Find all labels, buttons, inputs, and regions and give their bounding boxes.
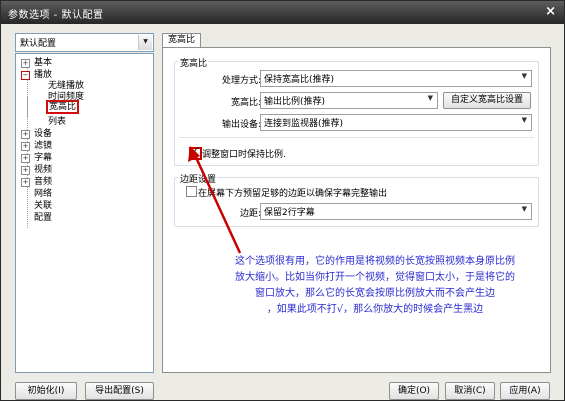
expand-icon[interactable]: + xyxy=(21,142,30,151)
settings-tree: + 基本 − 播放 无缝播放 时间频度 宽高比 列表 + 设备 + 滤镜 + 字… xyxy=(15,53,154,373)
chevron-down-icon[interactable]: ▼ xyxy=(138,35,152,50)
tab-aspect-ratio[interactable]: 宽高比 xyxy=(162,33,202,47)
apply-button[interactable]: 应用(A) xyxy=(500,382,550,400)
tree-item-config[interactable]: 配置 xyxy=(34,213,52,224)
collapse-icon[interactable]: − xyxy=(21,71,30,80)
expand-icon[interactable]: + xyxy=(21,59,30,68)
tree-item-label: 配置 xyxy=(34,213,53,223)
cancel-button[interactable]: 取消(C) xyxy=(445,382,495,400)
tree-item-seamless[interactable]: 无缝播放 xyxy=(48,81,84,92)
tree-item-label: 列表 xyxy=(48,117,67,127)
preferences-window: 参数选项 - 默认配置 × 默认配置 ▼ + 基本 − 播放 无缝播放 时间频度… xyxy=(0,0,565,401)
export-config-button[interactable]: 导出配置(S) xyxy=(85,382,154,400)
close-icon[interactable]: × xyxy=(545,4,556,19)
profile-select[interactable]: 默认配置 ▼ xyxy=(15,33,154,52)
tree-item-label: 播放 xyxy=(34,70,53,80)
expand-icon[interactable]: + xyxy=(21,130,30,139)
annotation-arrow xyxy=(188,146,242,254)
profile-select-value: 默认配置 xyxy=(20,39,57,49)
tree-item-association[interactable]: 关联 xyxy=(34,201,52,212)
tree-item-aspect[interactable]: 宽高比 xyxy=(46,100,80,115)
tree-item-label: 网络 xyxy=(34,189,53,199)
annotation-line: 这个选项很有用，它的作用是将视频的长宽按照视频本身原比例 xyxy=(235,256,515,267)
expand-icon[interactable]: + xyxy=(21,178,30,187)
tree-item-label: 音频 xyxy=(34,177,53,187)
annotation-line: ，如果此项不打√，那么你放大的时候会产生黑边 xyxy=(266,304,484,315)
tree-item-label: 设备 xyxy=(34,129,53,139)
tab-strip: 宽高比 xyxy=(162,33,547,47)
window-title: 参数选项 - 默认配置 xyxy=(8,10,104,21)
annotation-line: 放大缩小。比如当你打开一个视频，觉得窗口太小，于是将它的 xyxy=(235,272,515,283)
tree-item-label: 视频 xyxy=(34,165,53,175)
expand-icon[interactable]: + xyxy=(21,166,30,175)
tree-item-playlist[interactable]: 列表 xyxy=(48,117,66,128)
title-bar: 参数选项 - 默认配置 × xyxy=(1,1,564,24)
tree-item-label: 滤镜 xyxy=(34,141,53,151)
tree-item-label: 字幕 xyxy=(34,153,53,163)
settings-panel: 宽高比 处理方式: 保持宽高比(推荐) ▼ 宽高比: 输出比例(推荐) ▼ 自定… xyxy=(162,47,551,373)
init-button[interactable]: 初始化(I) xyxy=(15,382,77,400)
annotation-text: 这个选项很有用，它的作用是将视频的长宽按照视频本身原比例 放大缩小。比如当你打开… xyxy=(205,254,545,318)
ok-button[interactable]: 确定(O) xyxy=(389,382,439,400)
expand-icon[interactable]: + xyxy=(21,154,30,163)
tree-item-label: 无缝播放 xyxy=(48,81,85,91)
tree-item-network[interactable]: 网络 xyxy=(34,189,52,200)
annotation-line: 窗口放大，那么它的长宽会按原比例放大而不会产生边 xyxy=(255,288,495,299)
tree-item-label: 关联 xyxy=(34,201,53,211)
tree-item-label: 宽高比 xyxy=(46,100,80,114)
tree-item-label: 基本 xyxy=(34,58,53,68)
